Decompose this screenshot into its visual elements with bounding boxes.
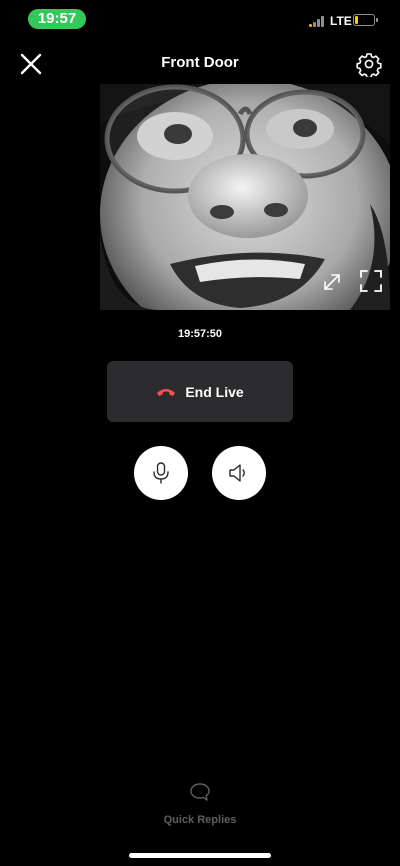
expand-arrows-icon (324, 274, 340, 290)
hang-up-phone-icon (157, 388, 176, 396)
status-bar: 19:57 LTE 17 (0, 0, 400, 40)
end-live-label: End Live (185, 383, 244, 400)
settings-button[interactable] (356, 51, 382, 79)
microphone-icon (153, 462, 169, 484)
live-timestamp: 19:57:50 (177, 328, 223, 340)
live-video-feed[interactable] (100, 84, 390, 310)
battery-cap (376, 18, 378, 22)
gear-icon (356, 53, 382, 79)
page-title: Front Door (161, 54, 239, 71)
fullscreen-button[interactable] (358, 268, 384, 294)
video-frame (100, 84, 390, 310)
expand-button[interactable] (320, 270, 344, 294)
battery-percentage: 17 (358, 14, 370, 25)
close-button[interactable] (16, 49, 46, 79)
battery-icon: 17 (353, 14, 375, 26)
quick-replies-label: Quick Replies (163, 814, 237, 826)
speaker-button[interactable] (212, 446, 266, 500)
end-live-button[interactable]: End Live (107, 361, 293, 422)
close-icon (20, 53, 42, 75)
speaker-icon (229, 464, 245, 482)
chat-bubble-icon (190, 783, 210, 801)
status-time: 19:57 (28, 9, 86, 29)
cellular-signal-icon (309, 15, 325, 27)
network-type: LTE (330, 14, 352, 28)
quick-replies-button[interactable]: Quick Replies (140, 782, 260, 828)
home-indicator[interactable] (129, 853, 271, 858)
fullscreen-icon (360, 270, 382, 292)
microphone-button[interactable] (134, 446, 188, 500)
